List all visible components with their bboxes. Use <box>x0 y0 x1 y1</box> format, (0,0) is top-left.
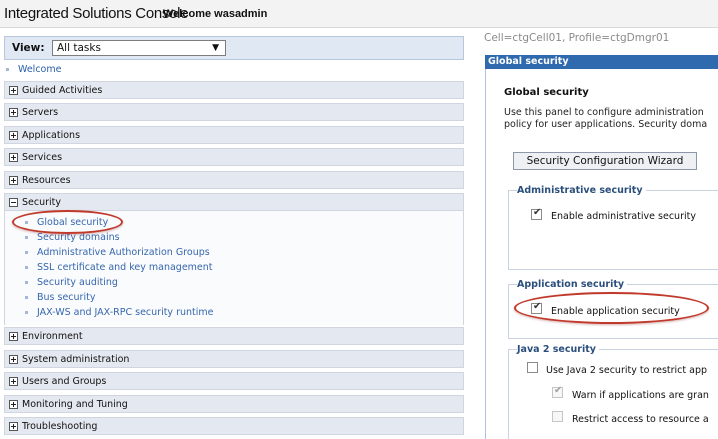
nav-category-label: Environment <box>22 331 83 342</box>
nav-category-label: System administration <box>22 354 130 365</box>
security-submenu: Global security Security domains Adminis… <box>4 211 464 325</box>
enable-app-security-checkbox[interactable] <box>531 301 542 314</box>
warn-applications-label: Warn if applications are gran <box>572 390 709 401</box>
nav-category-label: Troubleshooting <box>22 421 98 432</box>
console-header: Integrated Solutions Console Welcome was… <box>0 0 718 28</box>
expand-plus-icon[interactable] <box>9 86 18 95</box>
nav-category-monitoring-and-tuning[interactable]: Monitoring and Tuning <box>4 395 464 413</box>
use-java2-security-checkbox[interactable] <box>527 362 538 373</box>
bullet-icon <box>25 281 28 284</box>
bullet-icon <box>25 311 28 314</box>
expand-plus-icon[interactable] <box>9 108 18 117</box>
nav-category-troubleshooting[interactable]: Troubleshooting <box>4 417 464 435</box>
nav-item-admin-authorization-groups[interactable]: Administrative Authorization Groups <box>25 247 210 258</box>
nav-category-label: Users and Groups <box>22 376 107 387</box>
security-configuration-wizard-button[interactable]: Security Configuration Wizard <box>513 152 697 170</box>
expand-plus-icon[interactable] <box>9 377 18 386</box>
enable-admin-security-checkbox[interactable] <box>531 207 542 220</box>
application-security-legend: Application security <box>517 279 628 290</box>
nav-category-users-and-groups[interactable]: Users and Groups <box>4 372 464 390</box>
nav-category-label: Servers <box>22 107 59 118</box>
expand-plus-icon[interactable] <box>9 355 18 364</box>
bullet-icon <box>25 236 28 239</box>
administrative-security-legend: Administrative security <box>517 185 646 196</box>
expand-plus-icon[interactable] <box>9 153 18 162</box>
page-title: Global security <box>504 87 589 98</box>
bullet-icon <box>6 68 9 71</box>
nav-category-servers[interactable]: Servers <box>4 103 464 121</box>
collapse-minus-icon[interactable] <box>9 198 18 207</box>
expand-plus-icon[interactable] <box>9 400 18 409</box>
nav-category-environment[interactable]: Environment <box>4 327 464 345</box>
enable-admin-security-label: Enable administrative security <box>551 211 696 222</box>
breadcrumb: Cell=ctgCell01, Profile=ctgDmgr01 <box>484 32 670 44</box>
bullet-icon <box>25 221 28 224</box>
administrative-security-group <box>508 190 718 270</box>
nav-category-label: Guided Activities <box>22 85 103 96</box>
view-select-value: All tasks <box>57 42 101 54</box>
view-select[interactable]: All tasks ▼ <box>52 40 226 56</box>
bullet-icon <box>25 251 28 254</box>
nav-item-bus-security[interactable]: Bus security <box>25 292 95 303</box>
panel-header: Global security <box>485 55 718 69</box>
nav-item-security-auditing[interactable]: Security auditing <box>25 277 118 288</box>
enable-app-security-label: Enable application security <box>551 306 680 317</box>
nav-category-resources[interactable]: Resources <box>4 171 464 189</box>
view-filter-bar: View: All tasks ▼ <box>4 36 464 60</box>
use-java2-security-label: Use Java 2 security to restrict app <box>546 365 708 376</box>
expand-plus-icon[interactable] <box>9 176 18 185</box>
nav-item-ssl-certificate[interactable]: SSL certificate and key management <box>25 262 213 273</box>
nav-category-label: Monitoring and Tuning <box>22 399 128 410</box>
nav-item-jaxws-security-runtime[interactable]: JAX-WS and JAX-RPC security runtime <box>25 307 214 318</box>
welcome-user: Welcome wasadmin <box>163 8 268 20</box>
nav-welcome-link[interactable]: Welcome <box>6 64 61 75</box>
restrict-access-label: Restrict access to resource a <box>572 414 709 425</box>
app-title: Integrated Solutions Console <box>4 5 189 22</box>
page-description: Use this panel to configure administrati… <box>504 107 708 130</box>
nav-category-label: Services <box>22 152 63 163</box>
nav-category-label: Resources <box>22 175 71 186</box>
expand-plus-icon[interactable] <box>9 332 18 341</box>
nav-category-system-administration[interactable]: System administration <box>4 350 464 368</box>
nav-category-applications[interactable]: Applications <box>4 126 464 144</box>
nav-item-security-domains[interactable]: Security domains <box>25 232 120 243</box>
java2-security-legend: Java 2 security <box>517 344 599 355</box>
chevron-down-icon: ▼ <box>212 43 219 53</box>
nav-item-global-security[interactable]: Global security <box>25 217 108 228</box>
nav-category-security[interactable]: Security <box>4 193 464 211</box>
nav-category-services[interactable]: Services <box>4 148 464 166</box>
warn-applications-checkbox[interactable] <box>552 385 563 398</box>
expand-plus-icon[interactable] <box>9 422 18 431</box>
view-label: View: <box>12 42 45 54</box>
nav-category-guided-activities[interactable]: Guided Activities <box>4 81 464 99</box>
nav-category-label: Applications <box>22 130 81 141</box>
expand-plus-icon[interactable] <box>9 131 18 140</box>
bullet-icon <box>25 296 28 299</box>
restrict-access-checkbox[interactable] <box>552 411 563 422</box>
nav-category-label: Security <box>22 197 62 208</box>
bullet-icon <box>25 266 28 269</box>
